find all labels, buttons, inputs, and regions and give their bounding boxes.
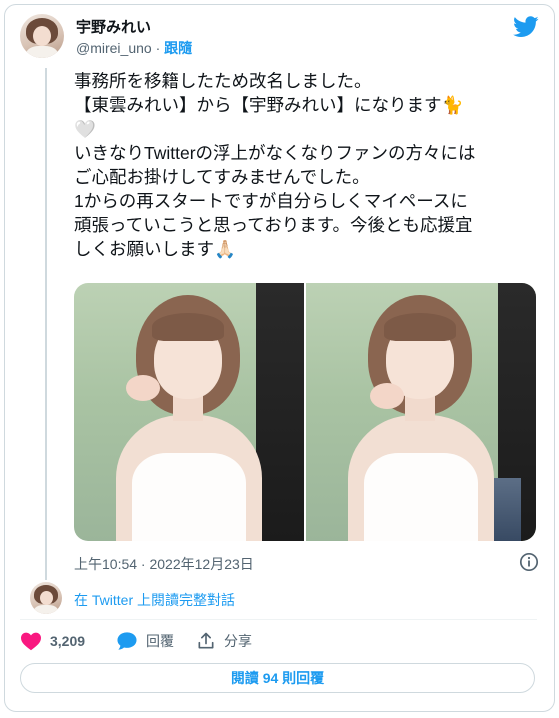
tweet-photo[interactable] <box>74 283 304 541</box>
like-action[interactable]: 3,209 <box>20 631 85 651</box>
tweet-timestamp[interactable]: 上午10:54 · 2022年12月23日 <box>74 554 254 574</box>
thread-connector-line <box>45 68 47 580</box>
tweet-text: 事務所を移籍したため改名しました。 【東雲みれい】から【宇野みれい】になります🐈… <box>74 71 476 259</box>
read-replies-button[interactable]: 閱讀 94 則回覆 <box>20 663 535 693</box>
like-count: 3,209 <box>50 633 86 649</box>
share-upload-icon <box>198 632 214 649</box>
reply-label: 回覆 <box>146 633 174 649</box>
author-avatar[interactable] <box>20 14 64 58</box>
author-display-name[interactable]: 宇野みれい <box>76 16 151 37</box>
handle-separator: · <box>155 40 161 56</box>
follow-button[interactable]: 跟隨 <box>164 40 192 56</box>
tweet-photo[interactable] <box>306 283 536 541</box>
twitter-bird-icon[interactable] <box>513 16 539 38</box>
reply-action[interactable]: 回覆 <box>116 631 174 651</box>
conversation-avatar[interactable] <box>30 582 62 614</box>
info-icon[interactable] <box>519 552 539 572</box>
read-full-conversation-link[interactable]: 在 Twitter 上閱讀完整對話 <box>74 590 235 610</box>
tweet-media-grid <box>74 283 536 541</box>
heart-icon <box>21 632 41 651</box>
share-label: 分享 <box>224 633 252 649</box>
share-action[interactable]: 分享 <box>196 631 252 651</box>
author-handle-row: @mirei_uno · 跟隨 <box>76 38 192 58</box>
chat-bubble-icon <box>117 632 137 650</box>
divider <box>20 619 537 620</box>
author-handle[interactable]: @mirei_uno <box>76 40 152 56</box>
